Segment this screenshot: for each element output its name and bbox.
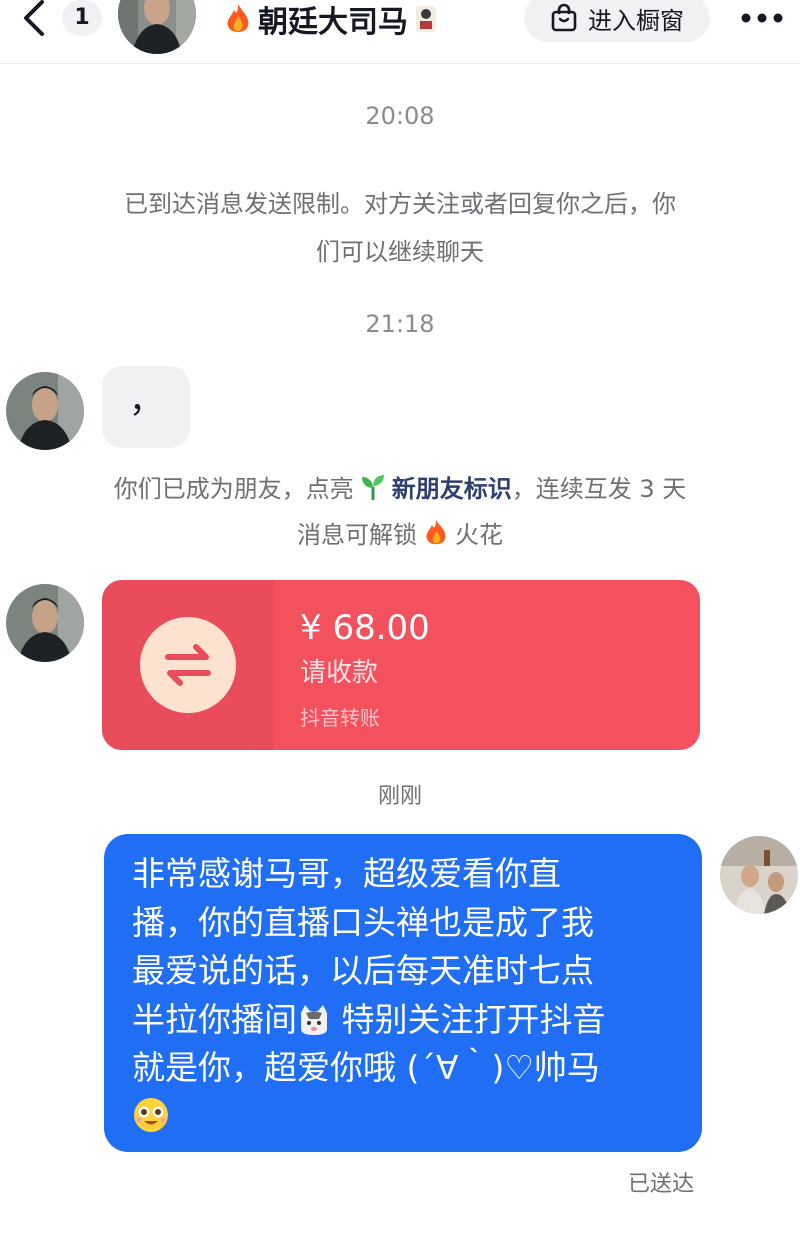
cat-emoji-icon bbox=[301, 1004, 327, 1035]
transfer-icon-circle bbox=[140, 617, 236, 713]
timestamp: 21:18 bbox=[365, 310, 435, 338]
timestamp: 20:08 bbox=[365, 102, 435, 130]
spark-fire-icon bbox=[426, 520, 446, 545]
contact-avatar[interactable] bbox=[6, 372, 84, 450]
friend-notice-line2-prefix: 消息可解锁 bbox=[297, 521, 417, 549]
contact-title[interactable]: 朝廷大司马 bbox=[222, 0, 440, 40]
contact-name: 朝廷大司马 bbox=[258, 5, 408, 40]
more-dots-icon[interactable] bbox=[740, 12, 784, 24]
friend-notice-line-2: 消息可解锁 火花 bbox=[60, 512, 740, 558]
unread-count-badge[interactable]: 1 bbox=[62, 0, 102, 36]
system-notice: 已到达消息发送限制。对方关注或者回复你之后，你 们可以继续聊天 bbox=[80, 180, 720, 276]
starry-eyes-emoji-icon bbox=[134, 1097, 168, 1132]
contact-avatar[interactable] bbox=[118, 0, 196, 54]
self-avatar[interactable] bbox=[720, 836, 798, 914]
transfer-card[interactable]: ¥ 68.00 请收款 抖音转账 bbox=[102, 580, 700, 750]
message-line: 就是你，超爱你哦 (´∀｀)♡帅马 bbox=[132, 1048, 600, 1087]
message-line: 非常感谢马哥，超级爱看你直 bbox=[132, 854, 561, 893]
delivered-status: 已送达 bbox=[628, 1172, 695, 1197]
message-line: 播，你的直播口头禅也是成了我 bbox=[132, 902, 594, 942]
friend-notice-line-1: 你们已成为朋友，点亮 新朋友标识，连续互发 3 天 bbox=[60, 466, 740, 512]
transfer-arrows-icon bbox=[165, 644, 211, 686]
transfer-status: 请收款 bbox=[300, 658, 379, 688]
message-line: 最爱说的话，以后每天准时七点 bbox=[132, 951, 594, 990]
new-friend-badge-link[interactable]: 新朋友标识 bbox=[392, 475, 512, 503]
friend-notice: 你们已成为朋友，点亮 新朋友标识，连续互发 3 天 消息可解锁 火花 bbox=[60, 466, 740, 558]
system-notice-line: 已到达消息发送限制。对方关注或者回复你之后，你 bbox=[124, 190, 676, 218]
system-notice-line: 们可以继续聊天 bbox=[316, 238, 484, 266]
shop-window-button[interactable]: 进入橱窗 bbox=[524, 0, 710, 42]
sprout-icon bbox=[361, 475, 384, 500]
message-line bbox=[132, 1093, 680, 1142]
outgoing-message-bubble[interactable]: 非常感谢马哥，超级爱看你直 播，你的直播口头禅也是成了我 最爱说的话，以后每天准… bbox=[104, 834, 702, 1152]
spark-label: 火花 bbox=[455, 521, 503, 549]
transfer-icon-panel bbox=[102, 580, 274, 750]
message-line-part: 特别关注打开抖音 bbox=[331, 999, 606, 1039]
message-line-part: 半拉你播间 bbox=[132, 999, 297, 1039]
timestamp: 刚刚 bbox=[377, 784, 422, 809]
incoming-message-bubble[interactable]: ， bbox=[102, 366, 190, 448]
transfer-source: 抖音转账 bbox=[300, 706, 380, 730]
shop-window-label: 进入橱窗 bbox=[588, 6, 684, 35]
message-line: 半拉你播间 特别关注打开抖音 bbox=[132, 996, 680, 1045]
fire-icon bbox=[227, 4, 249, 32]
chevron-left-icon[interactable] bbox=[14, 0, 54, 40]
rank-badge-icon bbox=[416, 6, 436, 32]
chat-header: 1 朝廷大司马 进入橱窗 bbox=[0, 0, 800, 64]
transfer-amount: ¥ 68.00 bbox=[300, 608, 430, 648]
contact-avatar[interactable] bbox=[6, 584, 84, 662]
shopping-bag-icon bbox=[551, 3, 577, 32]
friend-notice-suffix: ，连续互发 3 天 bbox=[511, 475, 687, 503]
friend-notice-prefix: 你们已成为朋友，点亮 bbox=[113, 475, 354, 503]
